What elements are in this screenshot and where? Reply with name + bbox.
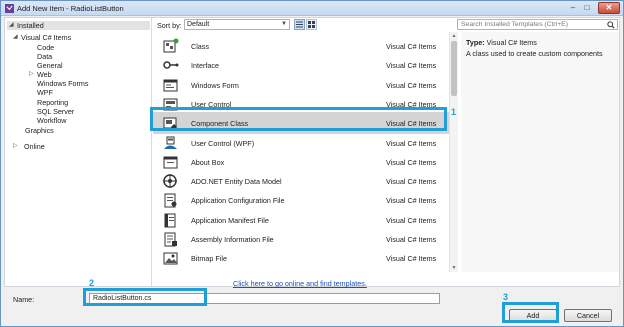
template-name: User Control (WPF) — [191, 138, 255, 148]
chevron-down-icon: ▼ — [281, 21, 287, 27]
user-control-wpf-icon — [164, 136, 177, 149]
minimize-button[interactable]: – — [567, 3, 579, 13]
visual-studio-icon — [5, 4, 14, 13]
template-item-class-diagram[interactable]: Class DiagramVisual C# Items — [153, 267, 453, 272]
assembly-info-icon — [164, 232, 177, 247]
detail-description: A class used to create custom components — [466, 49, 603, 58]
detail-type-value: Visual C# Items — [486, 38, 537, 47]
tree-item-general[interactable]: General — [37, 61, 63, 70]
highlight-name-field — [83, 288, 207, 306]
template-name: About Box — [191, 157, 225, 167]
sort-by-label: Sort by: — [157, 21, 182, 30]
template-name: Application Configuration File — [191, 196, 285, 206]
tree-item-label: Web — [37, 70, 52, 79]
expand-arrow-icon[interactable]: ▷ — [13, 142, 18, 151]
collapse-arrow-icon[interactable]: ◢ — [13, 33, 18, 42]
highlight-component-class — [150, 107, 447, 131]
detail-type-label: Type: — [466, 38, 485, 47]
interface-icon — [163, 61, 179, 70]
sort-by-dropdown[interactable]: Default ▼ — [184, 19, 290, 30]
title-bar: Add New Item - RadioListButton – □ ✕ — [1, 1, 623, 16]
window-title: Add New Item - RadioListButton — [17, 4, 124, 13]
name-label: Name: — [13, 295, 35, 304]
sort-by-value: Default — [187, 21, 210, 28]
templates-toolbar: Sort by: Default ▼ Search Installed Temp… — [153, 18, 619, 31]
scroll-thumb[interactable] — [451, 41, 457, 96]
tree-item-label: Visual C# Items — [21, 33, 72, 42]
template-category-tree: ◢ Installed ◢ Visual C# Items Code Data … — [5, 18, 152, 286]
tree-item-data[interactable]: Data — [37, 52, 52, 61]
template-name: Assembly Information File — [191, 235, 274, 244]
template-type: Visual C# Items — [386, 215, 437, 225]
template-type: Visual C# Items — [386, 138, 437, 148]
close-button[interactable]: ✕ — [598, 2, 620, 14]
tree-item-reporting[interactable]: Reporting — [37, 98, 68, 107]
tree-item-installed[interactable]: ◢ Installed — [7, 21, 150, 30]
class-diagram-icon — [162, 270, 179, 272]
list-view-button[interactable] — [294, 19, 305, 30]
template-name: Interface — [191, 61, 219, 71]
class-icon — [163, 38, 179, 53]
template-list: Class Visual C# Items Interface Visual C# I… — [153, 32, 453, 272]
template-name: Windows Form — [191, 80, 239, 90]
template-name: Bitmap File — [191, 254, 227, 264]
config-file-icon — [164, 193, 177, 208]
template-type: Visual C# Items — [386, 235, 437, 244]
search-icon[interactable] — [607, 21, 615, 29]
expand-arrow-icon[interactable]: ▷ — [29, 70, 34, 79]
tree-item-graphics[interactable]: Graphics — [25, 126, 54, 135]
highlight-add-button — [502, 302, 559, 323]
grid-view-button[interactable] — [306, 19, 317, 30]
callout-number-1: 1 — [451, 107, 457, 117]
template-name: ADO.NET Entity Data Model — [191, 177, 282, 187]
template-details-pane: Type: Visual C# Items A class used to cr… — [461, 32, 619, 272]
tree-item-code[interactable]: Code — [37, 43, 54, 52]
template-type: Visual C# Items — [386, 254, 437, 264]
tree-item-label: Online — [24, 142, 45, 151]
maximize-button[interactable]: □ — [581, 3, 593, 13]
template-type: Visual C# Items — [386, 80, 437, 90]
detail-type: Type: Visual C# Items — [466, 38, 537, 47]
template-list-scrollbar[interactable]: ▲ ▼ — [449, 32, 458, 272]
entity-data-model-icon — [163, 174, 177, 189]
template-name: Application Manifest File — [191, 215, 269, 225]
manifest-file-icon — [164, 213, 176, 228]
go-online-link[interactable]: Click here to go online and find templat… — [233, 279, 367, 288]
windows-form-icon — [163, 79, 178, 92]
bitmap-file-icon — [163, 252, 178, 265]
template-type: Visual C# Items — [386, 196, 437, 206]
template-type: Visual C# Items — [386, 42, 437, 51]
template-type: Visual C# Items — [386, 61, 437, 71]
cancel-button[interactable]: Cancel — [564, 309, 612, 322]
scroll-down-arrow-icon[interactable]: ▼ — [450, 264, 458, 272]
search-placeholder: Search Installed Templates (Ctrl+E) — [461, 21, 568, 28]
grid-view-icon — [308, 21, 315, 28]
template-type: Visual C# Items — [386, 177, 437, 187]
scroll-up-arrow-icon[interactable]: ▲ — [450, 32, 458, 40]
callout-number-2: 2 — [89, 278, 95, 288]
tree-item-windows-forms[interactable]: Windows Forms — [37, 79, 89, 88]
tree-item-wpf[interactable]: WPF — [37, 88, 53, 97]
collapse-arrow-icon[interactable]: ◢ — [9, 21, 14, 30]
list-view-icon — [296, 21, 303, 28]
about-box-icon — [163, 156, 178, 169]
callout-number-3: 3 — [503, 292, 509, 302]
tree-item-sql-server[interactable]: SQL Server — [37, 107, 74, 116]
dialog-content: ◢ Installed ◢ Visual C# Items Code Data … — [4, 17, 620, 288]
template-type: Visual C# Items — [386, 157, 437, 167]
template-name: Class — [191, 42, 209, 51]
search-templates-input[interactable]: Search Installed Templates (Ctrl+E) — [457, 19, 618, 30]
tree-item-workflow[interactable]: Workflow — [37, 116, 66, 125]
tree-item-label: Installed — [17, 21, 44, 30]
